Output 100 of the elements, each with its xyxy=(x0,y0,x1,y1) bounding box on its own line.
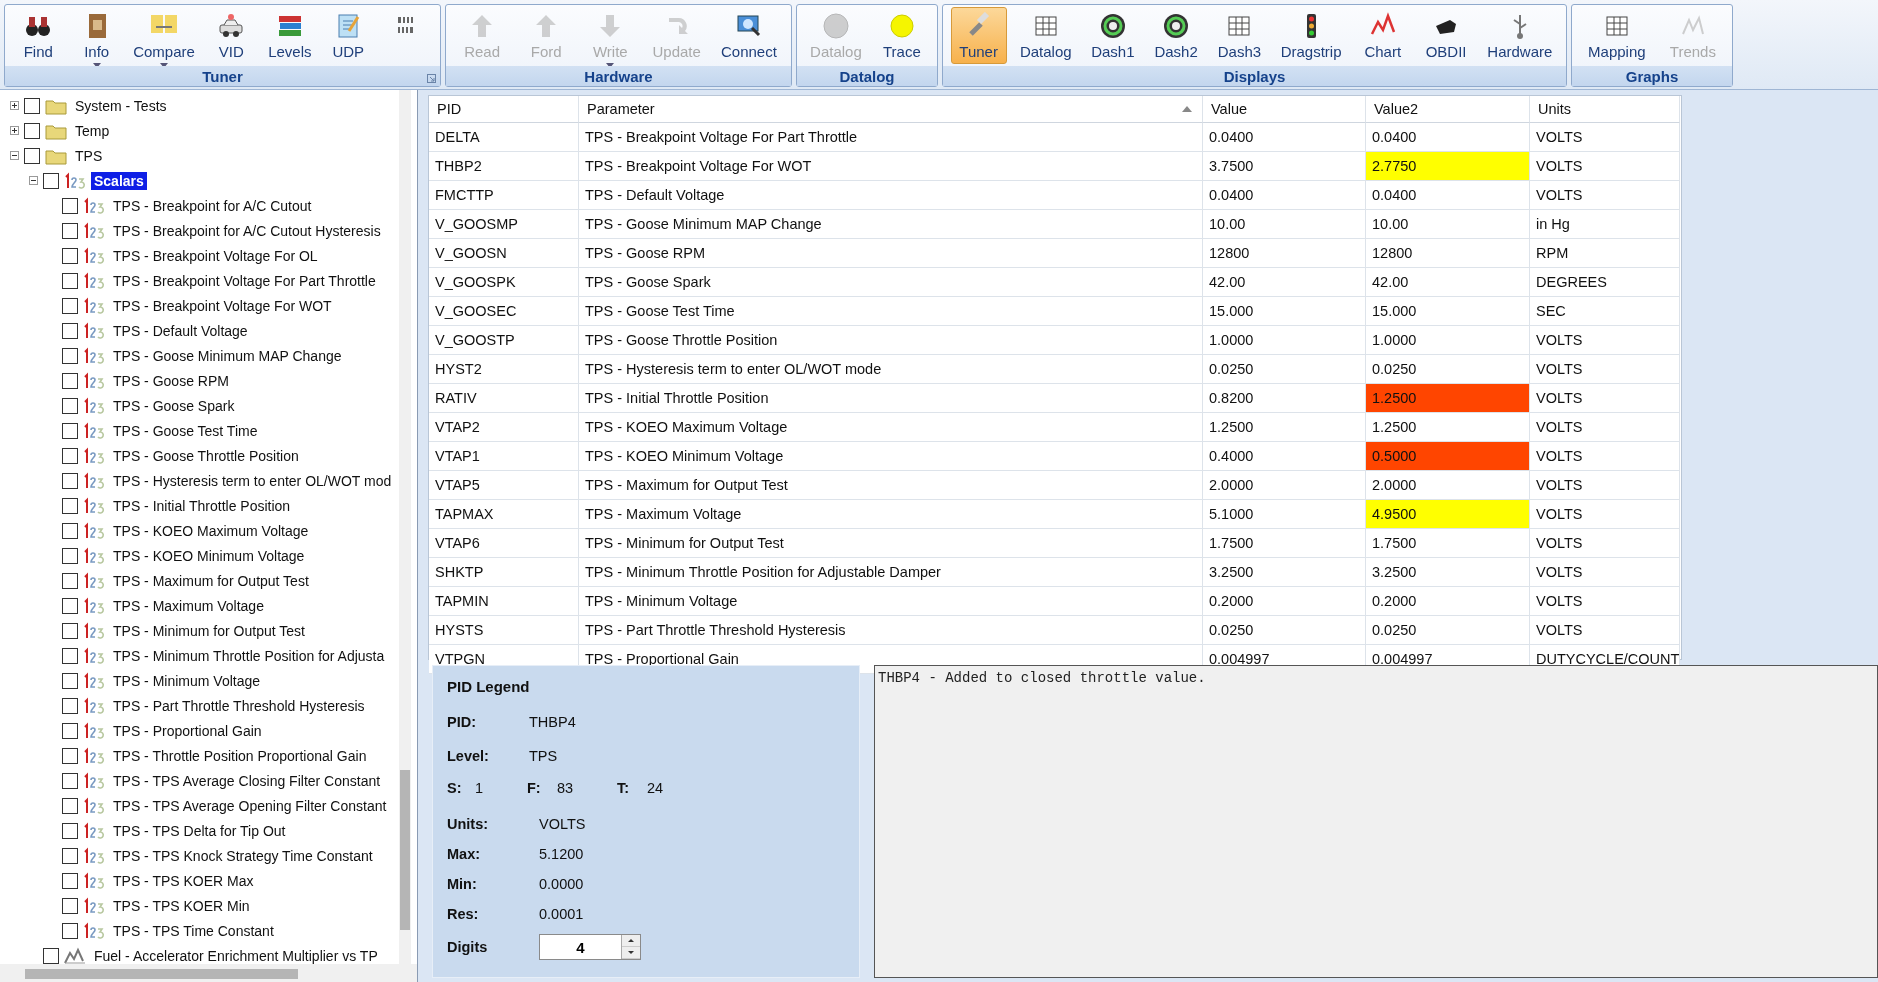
checkbox[interactable] xyxy=(62,372,78,389)
tree-item[interactable]: TPS - Throttle Position Proportional Gain xyxy=(110,746,370,765)
tree-item[interactable]: TPS xyxy=(72,146,106,165)
checkbox[interactable] xyxy=(62,297,78,314)
checkbox[interactable] xyxy=(62,347,78,364)
tree-item[interactable]: TPS - Goose Throttle Position xyxy=(110,446,302,465)
checkbox[interactable] xyxy=(62,747,78,764)
checkbox[interactable] xyxy=(62,447,78,464)
description-box[interactable]: THBP4 - Added to closed throttle value. xyxy=(874,665,1878,978)
toolbar-button[interactable]: Levels xyxy=(261,7,318,64)
checkbox[interactable] xyxy=(62,647,78,664)
checkbox[interactable] xyxy=(62,472,78,489)
tree-item[interactable]: TPS - Proportional Gain xyxy=(110,721,265,740)
checkbox[interactable] xyxy=(62,672,78,689)
digits-spinner[interactable]: 4 xyxy=(539,934,641,960)
checkbox[interactable] xyxy=(62,547,78,564)
checkbox[interactable] xyxy=(62,397,78,414)
tree-item[interactable]: TPS - Minimum for Output Test xyxy=(110,621,308,640)
toolbar-button[interactable]: Trace xyxy=(873,7,930,64)
tree-item[interactable]: TPS - KOEO Maximum Voltage xyxy=(110,521,312,540)
checkbox[interactable] xyxy=(62,872,78,889)
tree-item[interactable]: TPS - Breakpoint Voltage For Part Throttle xyxy=(110,271,379,290)
tree-item[interactable]: TPS - Goose Spark xyxy=(110,396,238,415)
checkbox[interactable] xyxy=(24,97,40,114)
tree-item[interactable]: TPS - Goose RPM xyxy=(110,371,232,390)
tree-item[interactable]: TPS - Goose Test Time xyxy=(110,421,261,440)
tree-item[interactable]: TPS - TPS Knock Strategy Time Constant xyxy=(110,846,376,865)
toolbar-button[interactable]: Find xyxy=(10,7,67,64)
expand-icon[interactable] xyxy=(10,101,19,110)
tree-item[interactable]: TPS - Hysteresis term to enter OL/WOT mod xyxy=(110,471,395,490)
dialog-launcher-icon[interactable] xyxy=(427,74,436,83)
checkbox[interactable] xyxy=(24,122,40,139)
toolbar-button[interactable]: Hardware xyxy=(1481,7,1559,64)
checkbox[interactable] xyxy=(62,722,78,739)
tree-item[interactable]: TPS - TPS Time Constant xyxy=(110,921,277,940)
toolbar-button[interactable]: Tuner xyxy=(950,7,1007,64)
checkbox[interactable] xyxy=(62,797,78,814)
toolbar-button[interactable]: Dash3 xyxy=(1211,7,1268,64)
checkbox[interactable] xyxy=(43,172,59,189)
checkbox[interactable] xyxy=(62,497,78,514)
tree-item[interactable]: TPS - TPS KOER Min xyxy=(110,896,253,915)
checkbox[interactable] xyxy=(62,272,78,289)
tree-item[interactable]: TPS - TPS Average Opening Filter Constant xyxy=(110,796,390,815)
tree-item[interactable]: TPS - Maximum Voltage xyxy=(110,596,267,615)
expand-icon[interactable] xyxy=(10,126,19,135)
checkbox[interactable] xyxy=(24,147,40,164)
toolbar-button[interactable]: Dash2 xyxy=(1148,7,1205,64)
tree-item[interactable]: TPS - Breakpoint Voltage For WOT xyxy=(110,296,335,315)
tree-item[interactable]: TPS - KOEO Minimum Voltage xyxy=(110,546,308,565)
toolbar-button[interactable]: Chart xyxy=(1354,7,1411,64)
checkbox[interactable] xyxy=(62,572,78,589)
toolbar-button[interactable]: Dash1 xyxy=(1084,7,1141,64)
tree-item[interactable]: TPS - Default Voltage xyxy=(110,321,251,340)
checkbox[interactable] xyxy=(62,922,78,939)
tree-item[interactable]: System - Tests xyxy=(72,96,170,115)
checkbox[interactable] xyxy=(62,197,78,214)
tree-item[interactable]: Fuel - Accelerator Enrichment Multiplier vs TP xyxy=(91,946,381,964)
tree-item[interactable]: TPS - Goose Minimum MAP Change xyxy=(110,346,345,365)
tree-item[interactable]: TPS - Breakpoint for A/C Cutout Hysteresis xyxy=(110,221,384,240)
toolbar-button[interactable]: VID xyxy=(203,7,260,64)
checkbox[interactable] xyxy=(62,847,78,864)
collapse-icon[interactable] xyxy=(29,176,38,185)
checkbox[interactable] xyxy=(62,222,78,239)
checkbox[interactable] xyxy=(62,822,78,839)
tree-item[interactable]: TPS - Breakpoint Voltage For OL xyxy=(110,246,321,265)
toolbar-button[interactable]: UDP xyxy=(320,7,377,64)
checkbox[interactable] xyxy=(62,247,78,264)
checkbox[interactable] xyxy=(62,622,78,639)
tree-item[interactable]: TPS - Part Throttle Threshold Hysteresis xyxy=(110,696,368,715)
vertical-scrollbar[interactable] xyxy=(399,90,411,964)
tree-item[interactable]: TPS - TPS Delta for Tip Out xyxy=(110,821,289,840)
collapse-icon[interactable] xyxy=(10,151,19,160)
tree-item[interactable]: TPS - Maximum for Output Test xyxy=(110,571,312,590)
toolbar-button[interactable]: Compare xyxy=(127,7,201,64)
tree-item[interactable]: Scalars xyxy=(91,171,147,190)
checkbox[interactable] xyxy=(62,322,78,339)
tree-item[interactable]: TPS - Minimum Throttle Position for Adjusta xyxy=(110,646,388,665)
tree-item[interactable]: TPS - TPS KOER Max xyxy=(110,871,257,890)
number-icon xyxy=(82,621,106,640)
toolbar-button[interactable]: Connect xyxy=(715,7,783,64)
toolbar-button[interactable]: OBDII xyxy=(1418,7,1475,64)
toolbar-button[interactable]: Dragstrip xyxy=(1274,7,1348,64)
checkbox[interactable] xyxy=(43,947,59,964)
horizontal-scrollbar[interactable] xyxy=(0,964,417,982)
checkbox[interactable] xyxy=(62,522,78,539)
tree-item[interactable]: TPS - Initial Throttle Position xyxy=(110,496,294,515)
checkbox[interactable] xyxy=(62,897,78,914)
down-icon[interactable] xyxy=(622,947,640,959)
checkbox[interactable] xyxy=(62,422,78,439)
checkbox[interactable] xyxy=(62,697,78,714)
checkbox[interactable] xyxy=(62,772,78,789)
up-icon[interactable] xyxy=(622,935,640,947)
toolbar-button[interactable]: Info xyxy=(68,7,125,64)
tree-item[interactable]: TPS - Breakpoint for A/C Cutout xyxy=(110,196,315,215)
toolbar-button[interactable]: Mapping xyxy=(1582,7,1652,64)
checkbox[interactable] xyxy=(62,597,78,614)
tree-item[interactable]: Temp xyxy=(72,121,113,140)
tree-item[interactable]: TPS - TPS Average Closing Filter Constant xyxy=(110,771,384,790)
toolbar-button[interactable]: Datalog xyxy=(1013,7,1078,64)
tree-item[interactable]: TPS - Minimum Voltage xyxy=(110,671,264,690)
